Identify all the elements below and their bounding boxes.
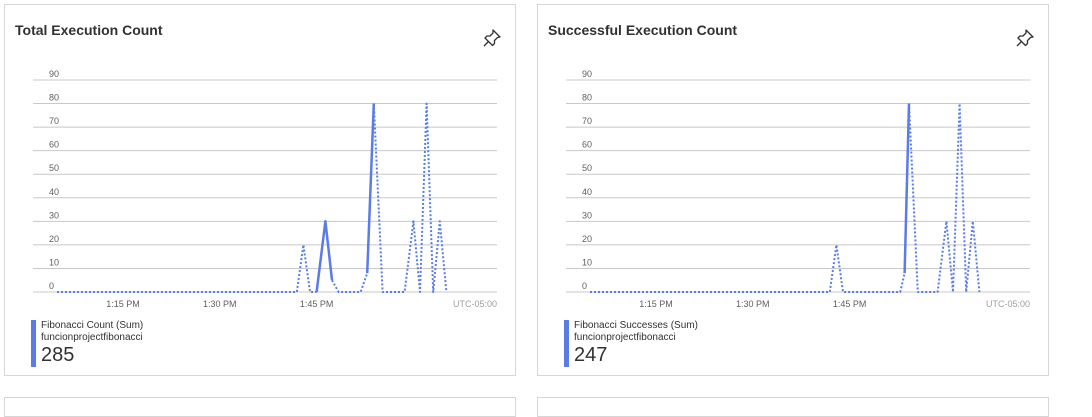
- timezone-label: UTC-05:00: [986, 299, 1030, 309]
- legend-series-name: Fibonacci Count (Sum): [41, 320, 144, 331]
- x-tick-label: 1:15 PM: [639, 299, 673, 309]
- x-tick-label: 1:30 PM: [203, 299, 237, 309]
- series-line-segment: [331, 272, 369, 293]
- y-tick-label: 90: [49, 69, 59, 79]
- legend-total-value: 285: [41, 344, 75, 366]
- y-tick-label: 20: [49, 234, 59, 244]
- y-tick-label: 50: [49, 163, 59, 173]
- legend-color-swatch: [564, 320, 569, 367]
- legend-resource-name: funcionprojectfibonacci: [574, 332, 676, 343]
- y-tick-label: 60: [49, 140, 59, 150]
- chart-successful-execution-count: 0 10 20 30 40 50 60 70 80 90 1:15 PM 1:30 PM 1:45 PM…: [566, 69, 1030, 309]
- y-tick-label: 30: [582, 210, 592, 220]
- chart-total-execution-count: 0 10 20 30 40 50 60 70 80 90 1:15 PM 1:30 PM 1:45 PM…: [33, 69, 497, 309]
- y-tick-label: 40: [49, 187, 59, 197]
- series-line-segment: [315, 220, 334, 293]
- legend-total-value: 247: [574, 344, 608, 366]
- legend-series-name: Fibonacci Successes (Sum): [574, 320, 698, 331]
- x-tick-label: 1:45 PM: [300, 299, 334, 309]
- legend-color-swatch: [31, 320, 36, 367]
- y-tick-label: 80: [49, 93, 59, 103]
- tile-total-execution-count[interactable]: Total Execution Count 0 10 20 30 40 50 60 70 80 9…: [4, 4, 516, 376]
- y-tick-label: 0: [49, 281, 54, 291]
- x-tick-label: 1:45 PM: [833, 299, 867, 309]
- y-tick-label: 80: [582, 93, 592, 103]
- tile-successful-execution-count[interactable]: Successful Execution Count 0 10 20 30 40 50 60…: [537, 4, 1049, 376]
- tile-partial: [537, 397, 1049, 417]
- x-tick-label: 1:15 PM: [106, 299, 140, 309]
- legend-resource-name: funcionprojectfibonacci: [41, 332, 143, 343]
- y-tick-label: 40: [582, 187, 592, 197]
- y-tick-label: 0: [582, 281, 587, 291]
- y-tick-label: 90: [582, 69, 592, 79]
- tile-partial: [4, 397, 516, 417]
- y-tick-label: 70: [49, 116, 59, 126]
- series-line-segment: [903, 103, 911, 274]
- y-tick-label: 60: [582, 140, 592, 150]
- y-tick-label: 70: [582, 116, 592, 126]
- timezone-label: UTC-05:00: [453, 299, 497, 309]
- y-tick-label: 30: [49, 210, 59, 220]
- y-tick-label: 10: [582, 257, 592, 267]
- y-tick-label: 10: [49, 257, 59, 267]
- y-tick-label: 50: [582, 163, 592, 173]
- x-tick-label: 1:30 PM: [736, 299, 770, 309]
- series-line-segment: [365, 103, 376, 274]
- y-tick-label: 20: [582, 234, 592, 244]
